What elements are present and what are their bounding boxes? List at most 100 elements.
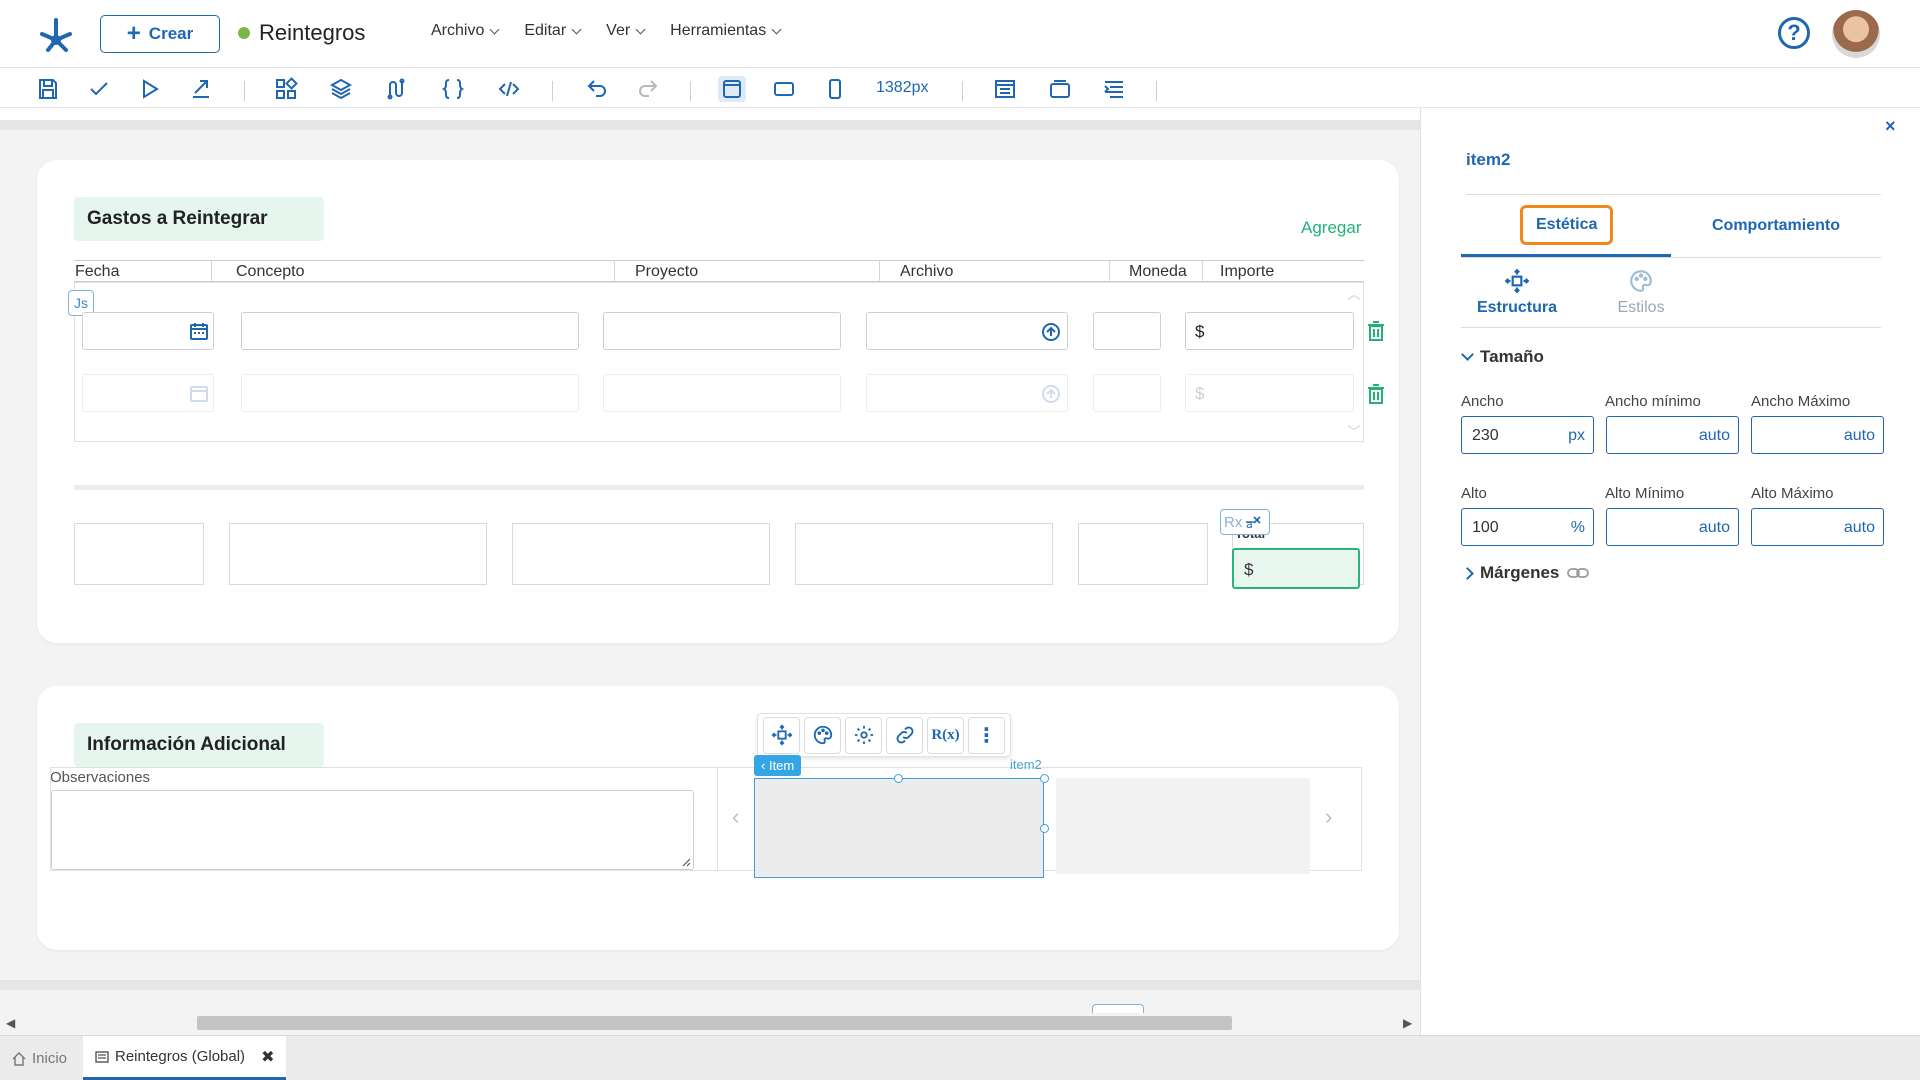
app-logo-icon[interactable]: [36, 14, 76, 54]
layers-icon[interactable]: [327, 76, 355, 102]
editor-toolbar: 1382px: [0, 68, 1920, 108]
panel-title: item2: [1466, 150, 1511, 169]
project-field[interactable]: [603, 374, 841, 412]
resize-handle-top[interactable]: [894, 774, 903, 783]
file-field[interactable]: [866, 374, 1068, 412]
menu-ver[interactable]: Ver: [606, 22, 646, 40]
braces-icon[interactable]: [439, 76, 467, 102]
concept-field[interactable]: [241, 374, 579, 412]
trash-icon[interactable]: [1367, 321, 1385, 341]
window-icon[interactable]: [1046, 76, 1074, 102]
chevron-down-icon: [571, 24, 582, 34]
top-header: + Crear Reintegros Archivo Editar Ver He…: [0, 0, 1920, 68]
height-input[interactable]: 100%: [1461, 508, 1594, 546]
move-structure-tool[interactable]: [763, 716, 800, 754]
redo-icon[interactable]: [634, 76, 662, 102]
chevron-down-icon: [771, 24, 782, 34]
more-options-icon[interactable]: ⋮: [968, 716, 1005, 754]
flow-icon[interactable]: [382, 76, 410, 102]
toolbar-separator: [552, 81, 553, 101]
max-height-input[interactable]: auto: [1751, 508, 1884, 546]
horizontal-scrollbar[interactable]: ◀ ▶: [0, 1013, 1420, 1033]
undo-icon[interactable]: [583, 76, 611, 102]
formula-tool[interactable]: R(x): [927, 716, 964, 754]
selected-item2-box[interactable]: [754, 778, 1044, 878]
bottom-tab-bar: Inicio Reintegros (Global) ✖: [0, 1035, 1920, 1080]
menu-editar[interactable]: Editar: [524, 22, 582, 40]
close-icon[interactable]: ×: [1885, 116, 1896, 137]
help-circle-icon[interactable]: ?: [1778, 17, 1810, 49]
section-divider: [74, 485, 1364, 490]
document-title: Reintegros: [238, 20, 365, 46]
menu-archivo[interactable]: Archivo: [431, 22, 500, 40]
chevron-down-icon: [1461, 348, 1474, 361]
size-section-header[interactable]: Tamaño: [1461, 347, 1544, 367]
align-icon[interactable]: [1100, 76, 1128, 102]
max-width-input[interactable]: auto: [1751, 416, 1884, 454]
settings-tool[interactable]: [845, 716, 882, 754]
check-icon[interactable]: [85, 76, 113, 102]
scroll-down-icon[interactable]: ﹀: [1347, 422, 1361, 442]
width-input[interactable]: 230 px: [1461, 416, 1594, 454]
tab-inicio[interactable]: Inicio: [0, 1036, 79, 1080]
observations-textarea[interactable]: [51, 790, 694, 870]
subtab-estilos[interactable]: Estilos: [1606, 268, 1676, 317]
currency-field[interactable]: [1093, 374, 1161, 412]
date-field[interactable]: [82, 312, 214, 350]
scroll-left-icon[interactable]: ◀: [6, 1016, 15, 1030]
upload-icon[interactable]: [1041, 322, 1061, 342]
min-height-input[interactable]: auto: [1606, 508, 1739, 546]
play-icon[interactable]: [136, 76, 164, 102]
user-avatar[interactable]: [1832, 10, 1880, 58]
mobile-view-icon[interactable]: [821, 76, 849, 102]
concept-field[interactable]: [241, 312, 579, 350]
tablet-view-icon[interactable]: [770, 76, 798, 102]
palette-tool[interactable]: [804, 716, 841, 754]
link-tool[interactable]: [886, 716, 923, 754]
components-icon[interactable]: [272, 76, 300, 102]
desktop-view-icon[interactable]: [718, 76, 746, 102]
chevron-right-icon[interactable]: ›: [1325, 804, 1332, 830]
code-icon[interactable]: [495, 76, 523, 102]
trash-icon[interactable]: [1367, 384, 1385, 404]
min-width-input[interactable]: auto: [1606, 416, 1739, 454]
link-icon[interactable]: [1567, 567, 1590, 579]
file-field[interactable]: [866, 312, 1068, 350]
save-icon[interactable]: [34, 76, 62, 102]
canvas-width-label: 1382px: [876, 79, 929, 96]
tab-reintegros-global[interactable]: Reintegros (Global) ✖: [83, 1036, 287, 1080]
total-amount-field[interactable]: $: [1232, 548, 1360, 589]
field-label: Alto Máximo: [1751, 485, 1834, 502]
amount-field[interactable]: $: [1185, 374, 1354, 412]
tab-comportamiento[interactable]: Comportamiento: [1712, 217, 1840, 235]
subtab-estructura[interactable]: Estructura: [1472, 268, 1562, 317]
layout-icon[interactable]: [991, 76, 1019, 102]
column-header: Moneda: [1129, 263, 1187, 280]
menu-herramientas[interactable]: Herramientas: [670, 22, 782, 40]
resize-handle-icon[interactable]: [681, 857, 691, 867]
add-row-link[interactable]: Agregar: [1301, 218, 1361, 238]
date-field[interactable]: [82, 374, 214, 412]
upload-icon[interactable]: [1041, 384, 1061, 404]
carousel-item[interactable]: [1056, 778, 1310, 874]
close-tab-icon[interactable]: ✖: [261, 1047, 274, 1067]
project-field[interactable]: [603, 312, 841, 350]
scroll-right-icon[interactable]: ▶: [1403, 1016, 1412, 1030]
calendar-icon[interactable]: [190, 322, 208, 340]
resize-handle-corner[interactable]: [1040, 774, 1049, 783]
rx-badge[interactable]: Rx a: [1220, 509, 1270, 535]
chevron-right-icon: [1461, 566, 1474, 580]
create-button[interactable]: + Crear: [100, 15, 220, 53]
amount-field[interactable]: $: [1185, 312, 1354, 350]
chevron-left-icon[interactable]: ‹: [732, 804, 739, 830]
margins-section-header[interactable]: Márgenes: [1461, 563, 1590, 583]
column-header: Concepto: [236, 263, 305, 280]
tab-estetica[interactable]: Estética: [1520, 205, 1614, 245]
calendar-icon[interactable]: [190, 384, 208, 402]
export-icon[interactable]: [187, 76, 215, 102]
scrollbar-thumb[interactable]: [197, 1016, 1232, 1030]
resize-handle-right[interactable]: [1040, 824, 1049, 833]
parent-item-tag[interactable]: ‹ Item: [754, 755, 802, 776]
currency-field[interactable]: [1093, 312, 1161, 350]
scroll-up-icon[interactable]: ︿: [1347, 284, 1361, 304]
